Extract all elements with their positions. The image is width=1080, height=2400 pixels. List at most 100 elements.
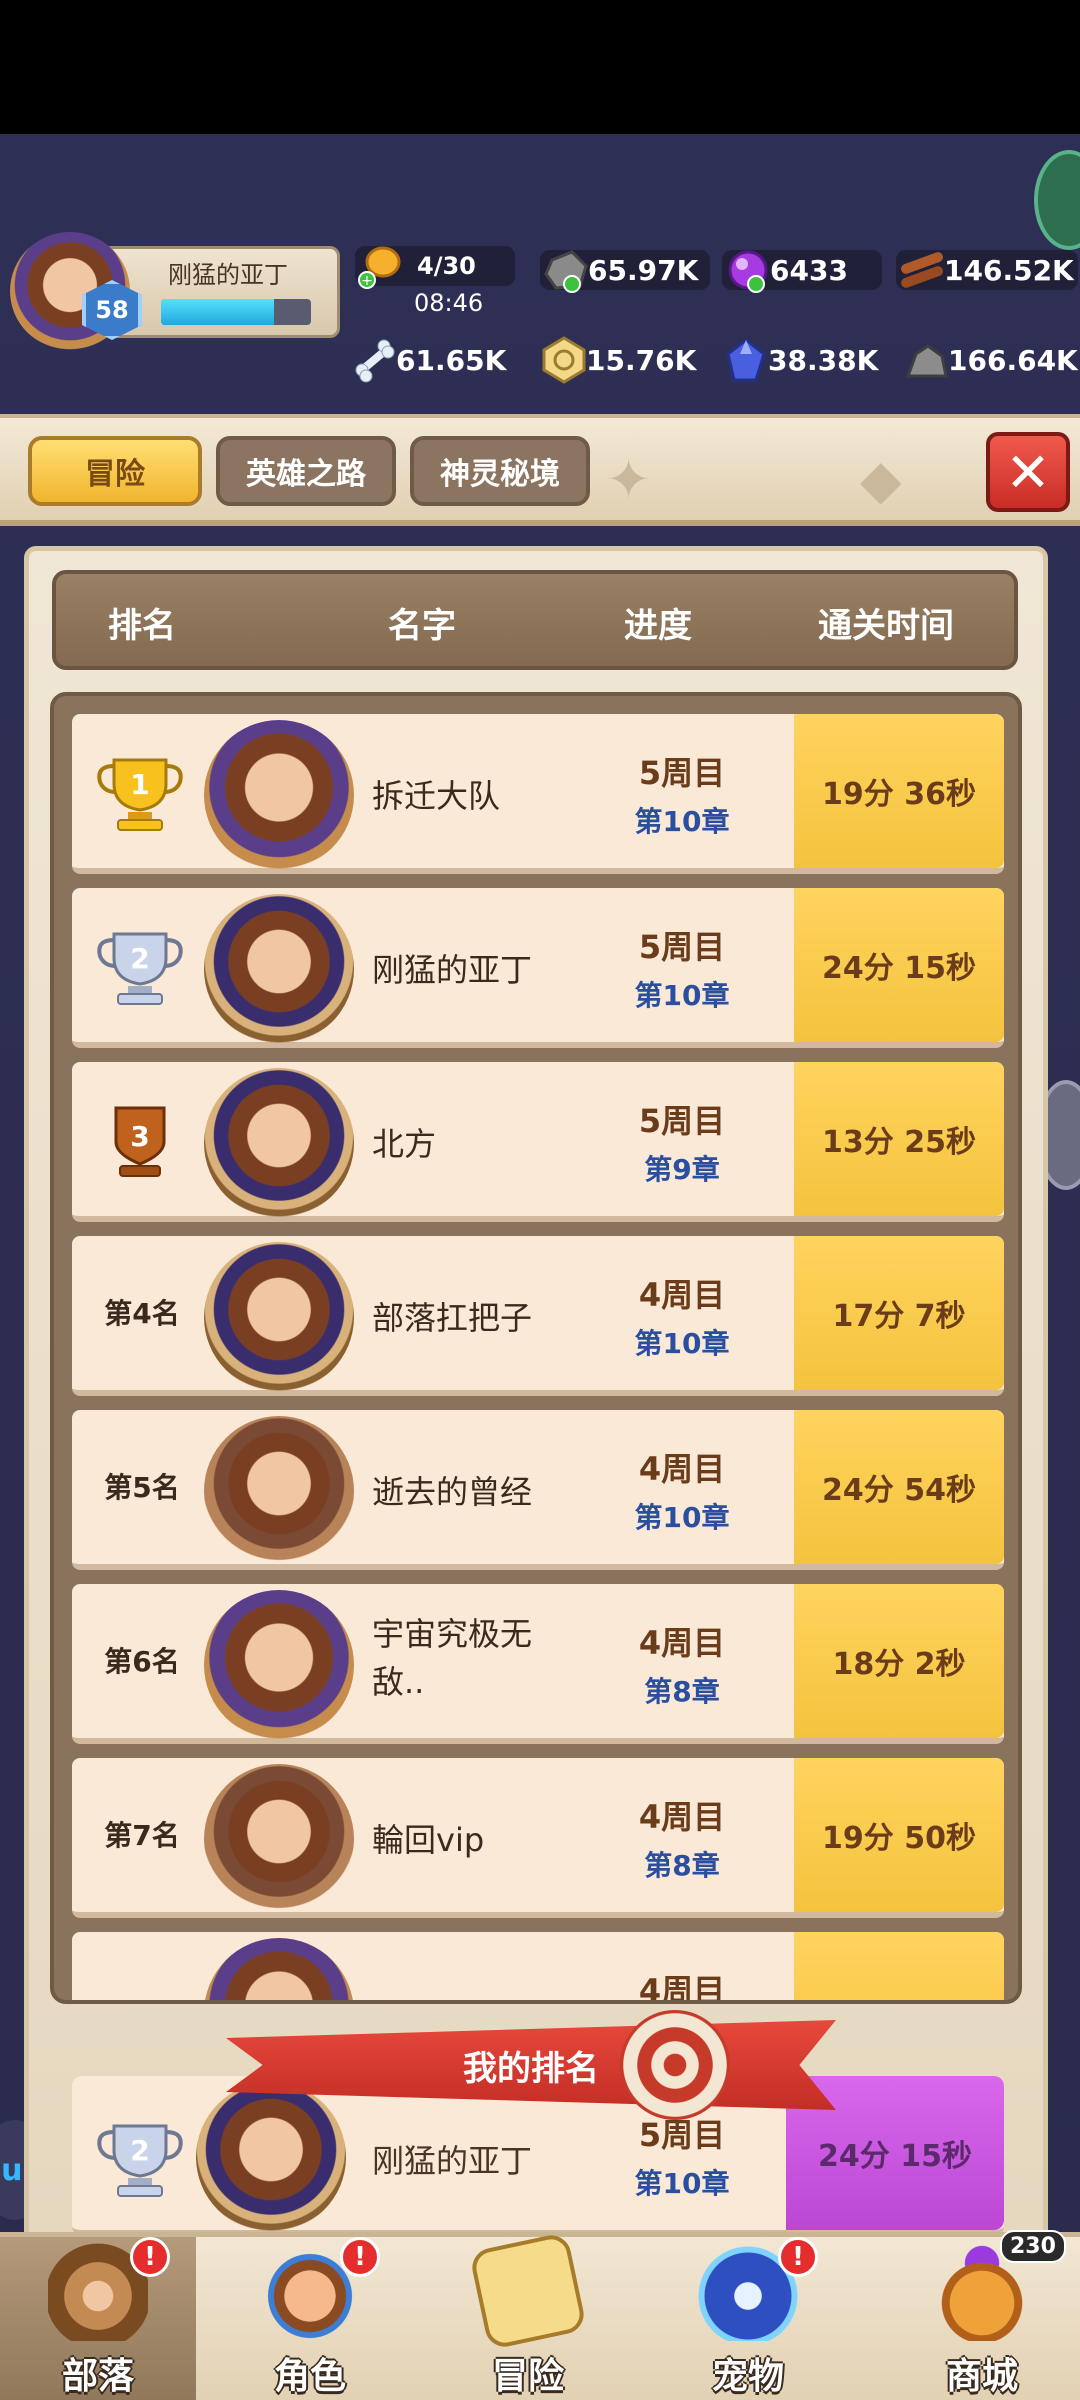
resource-ore[interactable]: 166.64K bbox=[900, 334, 1078, 386]
nav-pet-label: 宠物 bbox=[711, 2356, 784, 2397]
table-row[interactable]: 2 刚猛的亚丁 5周目 第10章 24分 15秒 bbox=[72, 888, 1004, 1048]
player-card[interactable]: 刚猛的亚丁 58 bbox=[10, 232, 340, 350]
rank-label: 第6名 bbox=[104, 1645, 180, 1678]
avatar[interactable] bbox=[204, 1764, 354, 1914]
progress: 4周目 bbox=[612, 1966, 752, 2004]
rank-number: 1 bbox=[130, 768, 149, 801]
rank-label: 第4名 bbox=[104, 1297, 180, 1330]
resource-stone[interactable]: 65.97K bbox=[540, 244, 711, 296]
progress: 5周目 第9章 bbox=[612, 1096, 752, 1188]
rank-number: 2 bbox=[130, 942, 149, 975]
stamina-display[interactable]: + 4/30 bbox=[355, 240, 515, 292]
avatar[interactable] bbox=[204, 1590, 354, 1740]
player-level: 58 bbox=[95, 296, 129, 324]
alert-badge: ! bbox=[778, 2237, 818, 2277]
progress-chapter: 第10章 bbox=[634, 1327, 730, 1360]
bone-value: 61.65K bbox=[396, 343, 507, 377]
table-row[interactable]: 第4名 部落扛把子 4周目 第10章 17分 7秒 bbox=[72, 1236, 1004, 1396]
nav-tribe[interactable]: ! 部落 bbox=[0, 2237, 196, 2400]
tab-hero-road-label: 英雄之路 bbox=[246, 457, 366, 492]
clear-time: 24分 54秒 bbox=[794, 1410, 1004, 1564]
clear-time: 18分 2秒 bbox=[794, 1584, 1004, 1738]
nav-pet[interactable]: ! 宠物 bbox=[650, 2237, 846, 2400]
progress-chapter: 第9章 bbox=[644, 1153, 720, 1186]
my-progress-chapter: 第10章 bbox=[634, 2167, 730, 2200]
col-time: 通关时间 bbox=[818, 606, 954, 646]
silver-trophy-icon: 2 bbox=[97, 932, 183, 1005]
xp-bar bbox=[161, 299, 311, 325]
bone-icon bbox=[348, 334, 400, 386]
bronze-trophy-icon: 3 bbox=[114, 1106, 166, 1177]
coin-value: 15.76K bbox=[586, 343, 697, 377]
progress-cycle: 4周目 bbox=[638, 1798, 726, 1836]
crystal-value: 38.38K bbox=[768, 343, 879, 377]
table-row[interactable]: 第6名 宇宙究极无敌.. 4周目 第8章 18分 2秒 bbox=[72, 1584, 1004, 1744]
table-row[interactable]: 1 拆迁大队 5周目 第10章 19分 36秒 bbox=[72, 714, 1004, 874]
wolf-decoration-icon: ◆ bbox=[860, 448, 902, 511]
tab-divine-realm[interactable]: 神灵秘境 bbox=[410, 436, 590, 506]
avatar[interactable] bbox=[204, 1416, 354, 1566]
close-icon: ✕ bbox=[1005, 440, 1051, 504]
silver-trophy-icon: 2 bbox=[97, 2124, 183, 2197]
avatar[interactable] bbox=[204, 720, 354, 870]
player-name: 拆迁大队 bbox=[372, 777, 501, 815]
avatar[interactable] bbox=[204, 1938, 354, 2000]
nav-tribe-label: 部落 bbox=[61, 2356, 134, 2397]
tab-hero-road[interactable]: 英雄之路 bbox=[216, 436, 396, 506]
table-row[interactable]: 第5名 逝去的曾经 4周目 第10章 24分 54秒 bbox=[72, 1410, 1004, 1570]
xp-fill bbox=[161, 299, 274, 325]
progress: 4周目 第10章 bbox=[612, 1444, 752, 1536]
player-name: 刚猛的亚丁 bbox=[168, 261, 288, 289]
progress-chapter: 第10章 bbox=[634, 979, 730, 1012]
clear-time: 19分 50秒 bbox=[794, 1758, 1004, 1912]
table-row[interactable]: 4周目 bbox=[72, 1932, 1004, 2004]
nav-character[interactable]: ! 角色 bbox=[212, 2237, 408, 2400]
status-bar-area bbox=[0, 0, 1080, 134]
meat-icon: + bbox=[355, 240, 407, 292]
progress-cycle: 4周目 bbox=[638, 1276, 726, 1314]
progress-cycle: 5周目 bbox=[638, 754, 726, 792]
table-row[interactable]: 3 北方 5周目 第9章 13分 25秒 bbox=[72, 1062, 1004, 1222]
stamina-timer: 08:46 bbox=[414, 289, 484, 317]
stone-icon bbox=[540, 244, 592, 296]
my-avatar[interactable] bbox=[196, 2082, 346, 2232]
progress-chapter: 第10章 bbox=[634, 805, 730, 838]
coin-icon bbox=[538, 334, 590, 386]
alert-badge: ! bbox=[130, 2237, 170, 2277]
progress: 5周目 第10章 bbox=[612, 748, 752, 840]
resource-wood[interactable]: 146.52K bbox=[896, 244, 1078, 296]
clear-time: 13分 25秒 bbox=[794, 1062, 1004, 1216]
gold-trophy-icon: 1 bbox=[97, 758, 183, 831]
progress: 4周目 第8章 bbox=[612, 1618, 752, 1710]
clear-time bbox=[794, 1932, 1004, 2000]
progress-chapter: 第8章 bbox=[644, 1675, 720, 1708]
purple-orb-icon bbox=[722, 244, 774, 296]
wood-icon bbox=[896, 244, 948, 296]
avatar[interactable] bbox=[204, 1242, 354, 1392]
resource-crystal[interactable]: 38.38K bbox=[720, 334, 890, 386]
my-rank-number: 2 bbox=[130, 2134, 149, 2167]
resource-gem[interactable]: 6433 bbox=[722, 244, 882, 296]
close-button[interactable]: ✕ bbox=[986, 432, 1070, 512]
clear-time: 19分 36秒 bbox=[794, 714, 1004, 868]
player-name: 刚猛的亚丁 bbox=[372, 951, 533, 989]
clear-time: 24分 15秒 bbox=[794, 888, 1004, 1042]
stone-value: 65.97K bbox=[588, 253, 699, 287]
nav-adventure[interactable]: 冒险 bbox=[430, 2231, 626, 2400]
avatar[interactable] bbox=[204, 1068, 354, 1218]
paw-decoration-icon: ✦ bbox=[606, 448, 652, 511]
ranking-list[interactable]: 1 拆迁大队 5周目 第10章 19分 36秒 2 刚猛的亚丁 5周目 第10章… bbox=[50, 692, 1022, 2004]
rank-label: 第5名 bbox=[104, 1471, 180, 1504]
target-icon bbox=[620, 2010, 730, 2120]
nav-character-label: 角色 bbox=[273, 2356, 346, 2397]
tab-adventure[interactable]: 冒险 bbox=[28, 436, 202, 506]
resource-coin[interactable]: 15.76K bbox=[538, 334, 708, 386]
table-row[interactable]: 第7名 輪回vip 4周目 第8章 19分 50秒 bbox=[72, 1758, 1004, 1918]
ore-icon bbox=[900, 334, 952, 386]
avatar[interactable] bbox=[204, 894, 354, 1044]
rank-number: 3 bbox=[130, 1120, 149, 1153]
resource-bone[interactable]: 61.65K bbox=[348, 334, 518, 386]
progress-cycle: 4周目 bbox=[638, 1972, 726, 2004]
my-progress: 5周目 第10章 bbox=[612, 2110, 752, 2202]
my-name: 刚猛的亚丁 bbox=[372, 2142, 533, 2180]
